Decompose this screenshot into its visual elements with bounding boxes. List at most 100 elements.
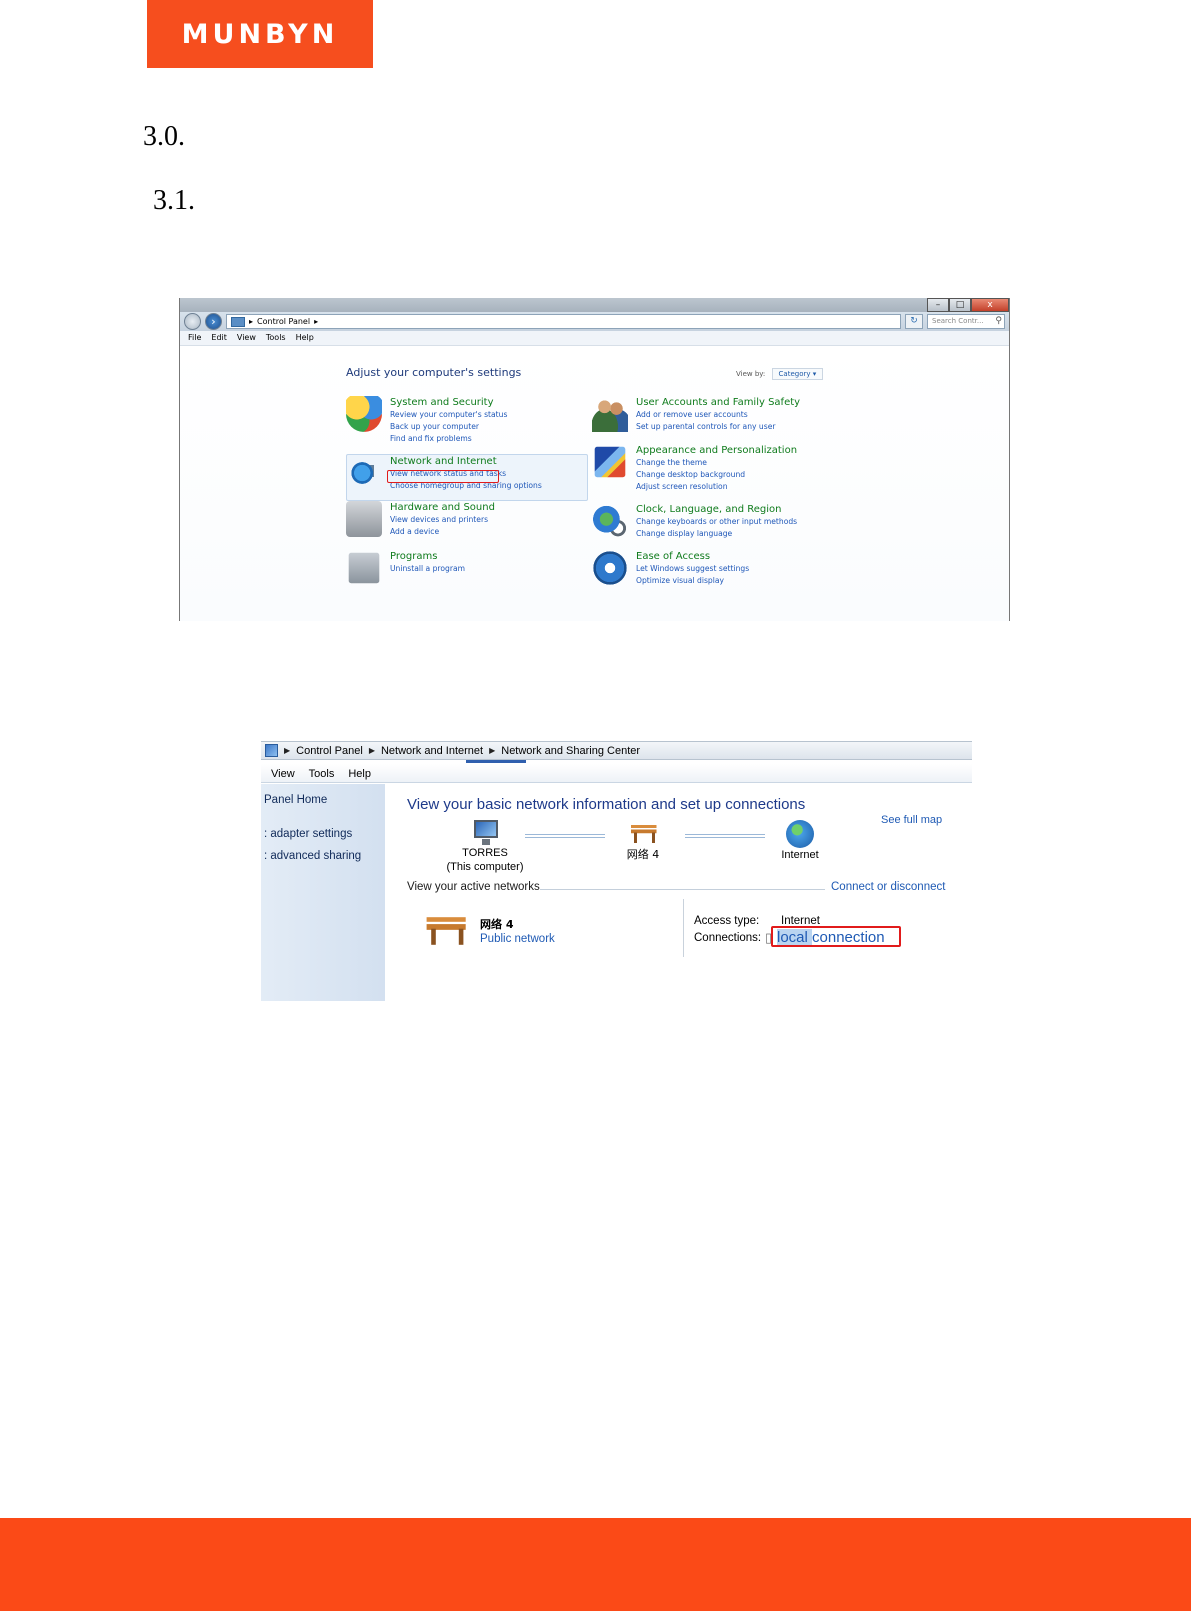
minimize-button[interactable]: – [927, 298, 949, 312]
category-title[interactable]: Ease of Access [636, 550, 749, 563]
view-by-dropdown[interactable]: Category ▾ [771, 368, 824, 380]
refresh-icon[interactable]: ↻ [905, 314, 923, 329]
menu-tools[interactable]: Tools [266, 331, 286, 345]
sidebar-item-panel-home[interactable]: Panel Home [264, 794, 327, 806]
network-center-icon [265, 744, 278, 757]
view-by: View by: Category ▾ [736, 368, 824, 380]
breadcrumb-network-internet[interactable]: Network and Internet [381, 745, 483, 757]
category-link[interactable]: Change the theme [636, 457, 797, 469]
category-link[interactable]: View devices and printers [390, 514, 495, 526]
category-link[interactable]: Optimize visual display [636, 575, 749, 587]
ease-of-access-icon [592, 550, 628, 586]
connect-or-disconnect-link[interactable]: Connect or disconnect [831, 881, 945, 893]
sidebar-item-advanced-sharing[interactable]: : advanced sharing [264, 850, 361, 862]
category-link[interactable]: Uninstall a program [390, 563, 465, 575]
category-clock-language: Clock, Language, and Region Change keybo… [592, 503, 797, 540]
category-link[interactable]: Set up parental controls for any user [636, 421, 800, 433]
category-ease-of-access: Ease of Access Let Windows suggest setti… [592, 550, 749, 587]
back-button[interactable] [184, 313, 201, 330]
bench-icon [630, 824, 657, 845]
chevron-right-icon: ▸ [249, 317, 254, 326]
menu-help[interactable]: Help [296, 331, 314, 345]
connection-line [525, 834, 605, 838]
menu-bar: File Edit View Tools Help [180, 331, 1009, 346]
programs-icon [348, 552, 380, 584]
node-network[interactable]: 网络 4 [613, 820, 673, 862]
maximize-button[interactable]: □ [949, 298, 971, 312]
page-title: Adjust your computer's settings [346, 366, 522, 379]
category-link[interactable]: Change display language [636, 528, 797, 540]
footer-bar [0, 1518, 1191, 1611]
category-user-accounts: User Accounts and Family Safety Add or r… [592, 396, 800, 433]
heading-3-1: 3.1. [153, 185, 195, 216]
menu-view[interactable]: View [271, 764, 295, 782]
category-title[interactable]: Hardware and Sound [390, 501, 495, 514]
chevron-right-icon: ▶ [368, 746, 375, 755]
address-field[interactable]: ▸ Control Panel ▸ [226, 314, 901, 329]
computer-icon [470, 820, 500, 846]
node-this-computer[interactable]: TORRES (This computer) [445, 820, 525, 874]
users-icon [592, 396, 628, 432]
clock-globe-icon [592, 503, 628, 539]
connections-label: Connections: [694, 932, 762, 944]
sidebar-item-adapter-settings[interactable]: : adapter settings [264, 828, 352, 840]
category-title[interactable]: System and Security [390, 396, 507, 409]
category-link[interactable]: Change desktop background [636, 469, 797, 481]
category-link[interactable]: Change keyboards or other input methods [636, 516, 797, 528]
category-link[interactable]: Let Windows suggest settings [636, 563, 749, 575]
category-link[interactable]: Add or remove user accounts [636, 409, 800, 421]
appearance-icon [594, 446, 626, 478]
category-title[interactable]: Programs [390, 550, 465, 563]
menu-help[interactable]: Help [348, 764, 371, 782]
menu-edit[interactable]: Edit [211, 331, 227, 345]
category-appearance: Appearance and Personalization Change th… [592, 444, 797, 493]
chevron-right-icon: ▶ [284, 746, 291, 755]
category-link[interactable]: Review your computer's status [390, 409, 507, 421]
access-type-label: Access type: [694, 915, 760, 927]
network-type-link[interactable]: Public network [480, 933, 555, 945]
menu-file[interactable]: File [188, 331, 201, 345]
chevron-right-icon: ▸ [314, 317, 319, 326]
sidebar: Panel Home : adapter settings : advanced… [261, 784, 385, 1001]
menu-tools[interactable]: Tools [309, 764, 335, 782]
globe-icon [786, 820, 814, 848]
address-bar: › ▸ Control Panel ▸ ↻ Search Contr... ⚲ [180, 312, 1009, 331]
munbyn-logo: MUNBYN [147, 0, 373, 68]
see-full-map-link[interactable]: See full map [881, 814, 942, 826]
node-internet[interactable]: Internet [775, 820, 825, 862]
control-panel-window: – □ x › ▸ Control Panel ▸ ↻ Search Contr… [179, 298, 1010, 621]
breadcrumb-control-panel[interactable]: Control Panel [257, 315, 310, 328]
control-panel-content: Adjust your computer's settings View by:… [180, 346, 1009, 621]
active-networks-heading: View your active networks [407, 881, 540, 893]
breadcrumb-control-panel[interactable]: Control Panel [296, 745, 363, 757]
category-link[interactable]: Find and fix problems [390, 433, 507, 445]
close-button[interactable]: x [971, 298, 1009, 312]
forward-button[interactable]: › [205, 313, 222, 330]
menu-view[interactable]: View [237, 331, 256, 345]
breadcrumb-network-sharing-center[interactable]: Network and Sharing Center [501, 745, 640, 757]
network-name: 网络 4 [480, 918, 514, 931]
search-input[interactable]: Search Contr... ⚲ [927, 314, 1005, 329]
category-link[interactable]: Back up your computer [390, 421, 507, 433]
title-bar: – □ x [180, 298, 1009, 312]
progress-indicator [466, 760, 526, 763]
control-panel-icon [231, 316, 245, 327]
search-icon: ⚲ [995, 316, 1002, 326]
category-link[interactable]: Add a device [390, 526, 495, 538]
category-programs: Programs Uninstall a program [346, 550, 465, 586]
divider [540, 889, 825, 890]
category-title[interactable]: User Accounts and Family Safety [636, 396, 800, 409]
red-highlight-box [387, 470, 499, 483]
network-main: View your basic network information and … [385, 784, 972, 1001]
heading-3-0: 3.0. [143, 121, 185, 152]
category-system-security: System and Security Review your computer… [346, 396, 507, 445]
category-link[interactable]: Adjust screen resolution [636, 481, 797, 493]
page-title: View your basic network information and … [407, 796, 806, 813]
printer-icon [346, 501, 382, 537]
category-title[interactable]: Appearance and Personalization [636, 444, 797, 457]
category-title[interactable]: Network and Internet [390, 455, 542, 468]
network-sharing-center-window: ▶ Control Panel ▶ Network and Internet ▶… [261, 741, 972, 1001]
menu-bar: View Tools Help [261, 764, 972, 783]
category-title[interactable]: Clock, Language, and Region [636, 503, 797, 516]
connection-line [685, 834, 765, 838]
